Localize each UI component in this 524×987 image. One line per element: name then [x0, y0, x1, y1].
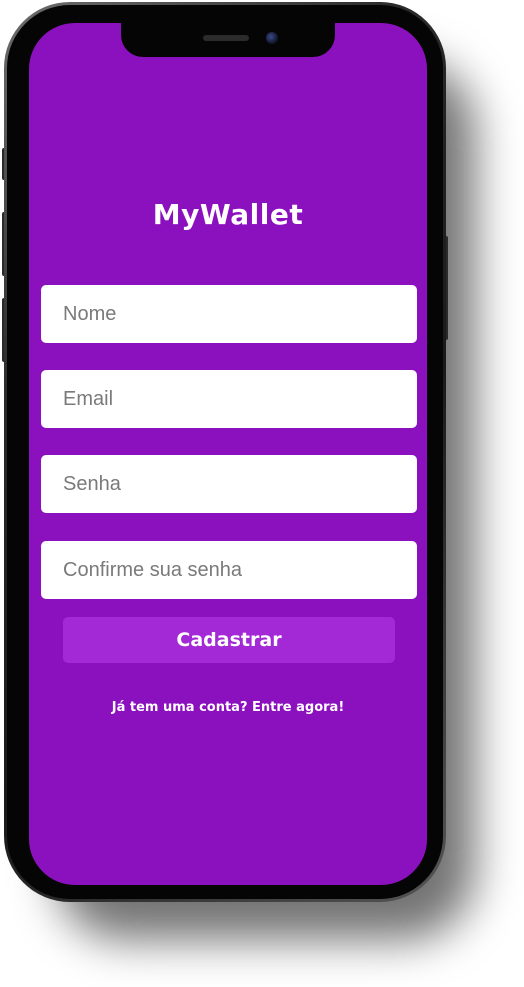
email-input[interactable]: [61, 386, 397, 412]
confirm-password-input[interactable]: [61, 557, 397, 583]
email-field[interactable]: [41, 370, 417, 428]
password-field[interactable]: [41, 455, 417, 513]
password-input[interactable]: [61, 471, 397, 497]
login-link[interactable]: Já tem uma conta? Entre agora!: [29, 700, 427, 715]
front-camera: [266, 32, 278, 44]
app-logo: MyWallet: [152, 198, 304, 231]
notch: [121, 23, 335, 57]
register-button[interactable]: Cadastrar: [63, 617, 395, 663]
name-field[interactable]: [41, 285, 417, 343]
device-mockup: MyWallet Cadastrar Já tem uma conta? Ent…: [0, 0, 524, 987]
app-screen: MyWallet Cadastrar Já tem uma conta? Ent…: [29, 23, 427, 885]
name-input[interactable]: [61, 301, 397, 327]
confirm-password-field[interactable]: [41, 541, 417, 599]
speaker-grille: [203, 35, 249, 41]
